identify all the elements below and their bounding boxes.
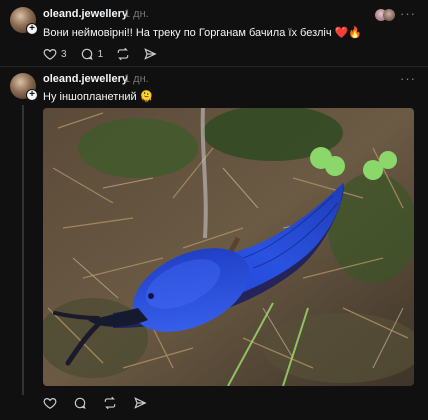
username[interactable]: oleand.jewellery bbox=[43, 8, 128, 20]
heart-icon bbox=[43, 398, 57, 409]
action-bar bbox=[43, 396, 160, 410]
repost-button[interactable] bbox=[116, 47, 130, 61]
slug-photo bbox=[43, 108, 414, 386]
repost-icon bbox=[104, 396, 116, 410]
comment-count: 1 bbox=[97, 48, 104, 60]
post-image[interactable] bbox=[43, 108, 414, 386]
reply-avatar-2 bbox=[383, 9, 395, 21]
comment-icon bbox=[81, 48, 93, 60]
post-text: Вони неймовірні!! На треку по Горганам б… bbox=[43, 27, 363, 39]
comment-button[interactable] bbox=[73, 396, 87, 410]
share-button[interactable] bbox=[133, 396, 147, 410]
heart-icon bbox=[43, 49, 57, 60]
like-button[interactable] bbox=[43, 396, 57, 410]
send-icon bbox=[134, 397, 147, 409]
like-button[interactable]: 3 bbox=[43, 47, 67, 61]
timestamp: 1 дн. bbox=[124, 8, 149, 20]
like-count: 3 bbox=[61, 48, 67, 60]
post-text: Ну іншопланетний 🫠 bbox=[43, 91, 154, 103]
follow-plus-icon[interactable]: + bbox=[26, 23, 38, 35]
username[interactable]: oleand.jewellery bbox=[43, 73, 128, 85]
comment-icon bbox=[74, 397, 86, 409]
more-options-icon[interactable]: ··· bbox=[400, 6, 416, 21]
send-icon bbox=[144, 48, 157, 60]
action-bar: 3 1 bbox=[43, 47, 170, 61]
reply-post-1: + oleand.jewellery 1 дн. ··· Вони неймов… bbox=[0, 0, 428, 66]
repost-icon bbox=[117, 47, 129, 61]
follow-plus-icon[interactable]: + bbox=[26, 89, 38, 101]
timestamp: 1 дн. bbox=[124, 73, 149, 85]
comment-button[interactable]: 1 bbox=[80, 47, 104, 61]
thread-line bbox=[22, 105, 24, 395]
more-options-icon[interactable]: ··· bbox=[400, 71, 416, 86]
repost-button[interactable] bbox=[103, 396, 117, 410]
share-button[interactable] bbox=[143, 47, 157, 61]
